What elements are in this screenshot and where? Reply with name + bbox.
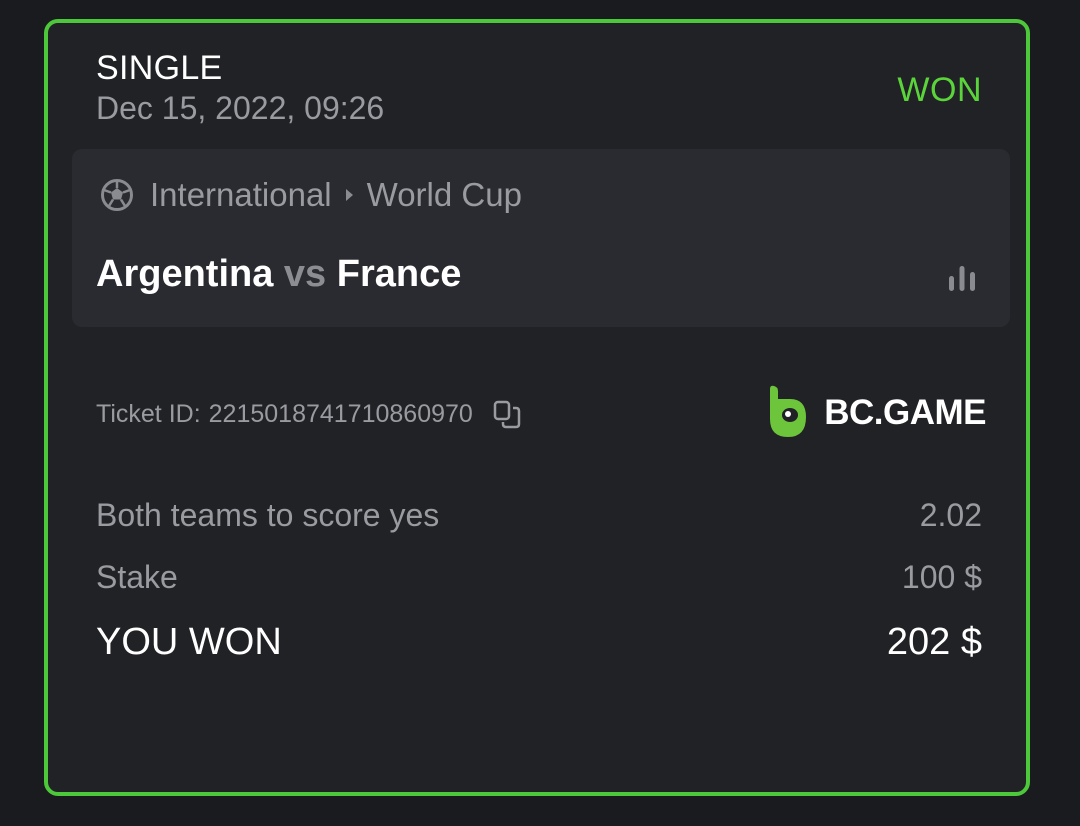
payout-value: 202 $ bbox=[886, 621, 982, 663]
vs-label: vs bbox=[283, 253, 327, 295]
brand-name: BC.GAME bbox=[824, 393, 986, 432]
stake-label: Stake bbox=[96, 559, 178, 595]
bet-date: Dec 15, 2022, 09:26 bbox=[96, 90, 385, 126]
soccer-ball-icon bbox=[101, 179, 133, 211]
payout-row: YOU WON 202 $ bbox=[96, 621, 982, 664]
bc-game-logo-icon bbox=[770, 385, 807, 437]
breadcrumb: International World Cup bbox=[100, 175, 522, 215]
ticket-id-value: 2215018741710860970 bbox=[208, 399, 473, 428]
ticket-id-label: Ticket ID: bbox=[96, 399, 201, 428]
breadcrumb-league[interactable]: World Cup bbox=[367, 176, 522, 214]
ticket-id-row: Ticket ID: 2215018741710860970 bbox=[96, 398, 523, 430]
market-name: Both teams to score yes bbox=[96, 497, 440, 533]
brand-logo: BC.GAME bbox=[766, 385, 986, 441]
odds-value: 2.02 bbox=[919, 497, 982, 533]
stake-row: Stake 100 $ bbox=[96, 559, 982, 596]
away-team: France bbox=[336, 253, 462, 295]
chevron-right-icon bbox=[345, 189, 353, 201]
stake-value: 100 $ bbox=[901, 559, 982, 595]
payout-label: YOU WON bbox=[96, 621, 282, 663]
breadcrumb-category[interactable]: International bbox=[150, 176, 332, 214]
home-team: Argentina bbox=[96, 253, 274, 295]
match-title: Argentina vs France bbox=[96, 253, 461, 296]
status-badge: WON bbox=[897, 71, 982, 109]
stats-icon[interactable] bbox=[942, 259, 982, 299]
copy-icon[interactable] bbox=[491, 398, 523, 430]
selection-row: Both teams to score yes 2.02 bbox=[96, 497, 982, 534]
bet-ticket-card: SINGLE Dec 15, 2022, 09:26 WON Internati… bbox=[44, 19, 1030, 796]
bet-type: SINGLE bbox=[96, 49, 223, 87]
event-panel[interactable]: International World Cup Argentina vs Fra… bbox=[72, 149, 1010, 327]
